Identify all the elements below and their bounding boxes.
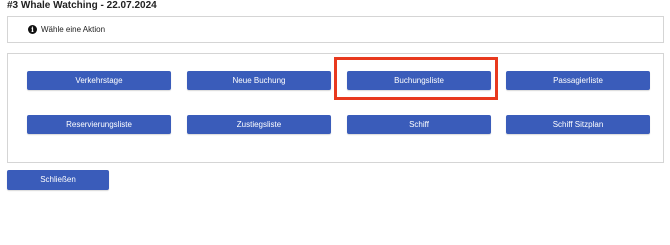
close-button[interactable]: Schließen: [7, 170, 109, 190]
info-icon: i: [28, 25, 37, 34]
info-text: Wähle eine Aktion: [41, 25, 106, 34]
passagierliste-button[interactable]: Passagierliste: [506, 71, 650, 90]
zustiegsliste-button[interactable]: Zustiegsliste: [187, 115, 331, 134]
buchungsliste-button[interactable]: Buchungsliste: [347, 71, 491, 90]
reservierungsliste-button[interactable]: Reservierungsliste: [27, 115, 171, 134]
info-box: i Wähle eine Aktion: [7, 16, 664, 43]
neue-buchung-button[interactable]: Neue Buchung: [187, 71, 331, 90]
verkehrstage-button[interactable]: Verkehrstage: [27, 71, 171, 90]
schiff-button[interactable]: Schiff: [347, 115, 491, 134]
schiff-sitzplan-button[interactable]: Schiff Sitzplan: [506, 115, 650, 134]
dialog-title: #3 Whale Watching - 22.07.2024: [7, 0, 157, 11]
dialog: #3 Whale Watching - 22.07.2024 i Wähle e…: [0, 0, 670, 245]
actions-panel: Verkehrstage Neue Buchung Buchungsliste …: [7, 53, 664, 163]
